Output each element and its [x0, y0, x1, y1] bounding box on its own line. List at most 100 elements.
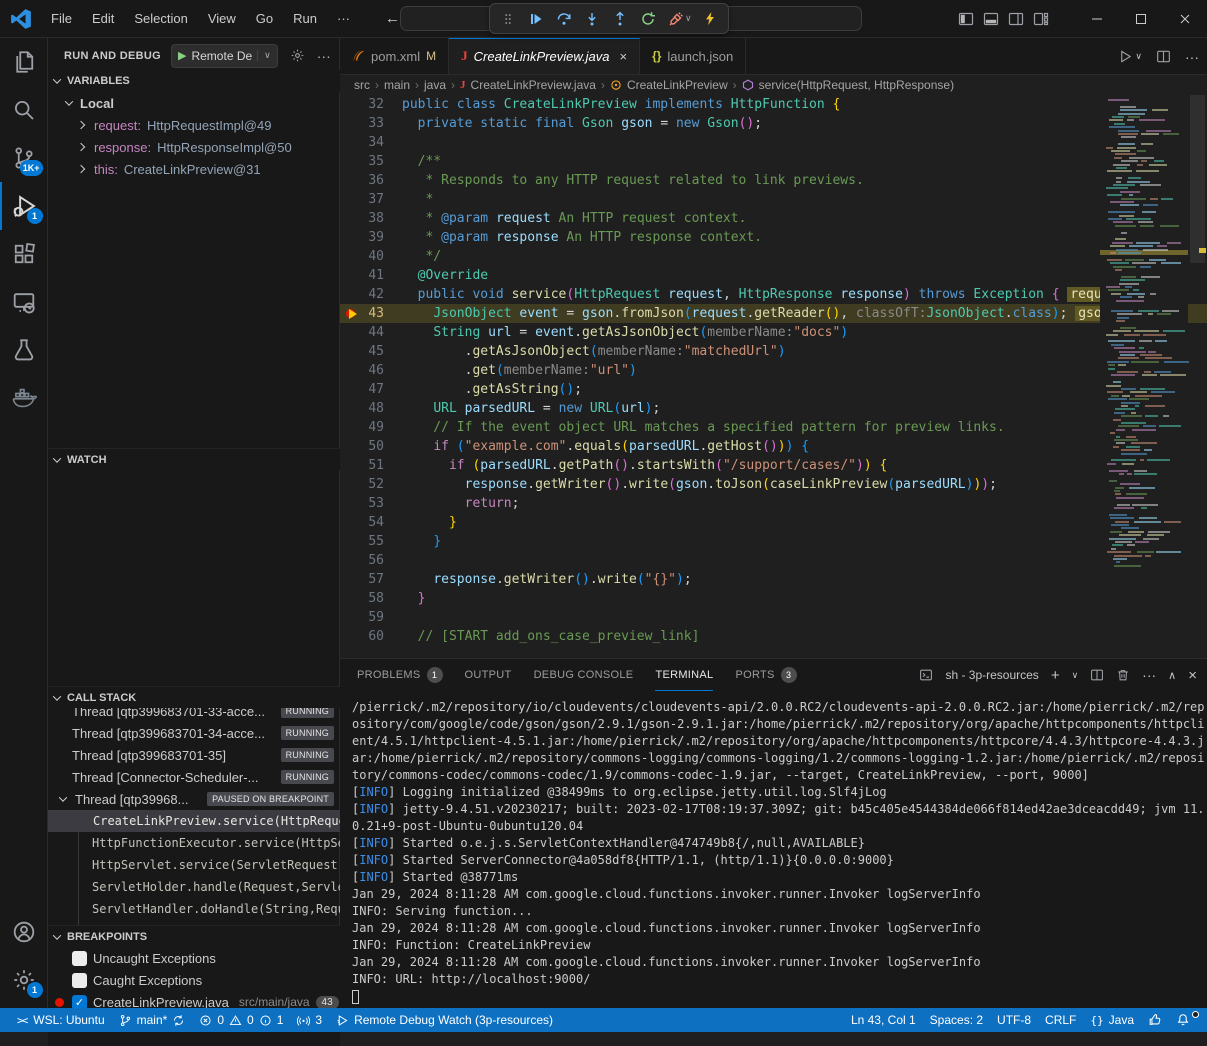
line-number[interactable]: 34 [340, 133, 384, 152]
panel-tab-problems[interactable]: PROBLEMS1 [357, 659, 443, 691]
breadcrumb-java[interactable]: java [424, 78, 446, 92]
line-number[interactable]: 40 [340, 247, 384, 266]
breakpoints-header[interactable]: BREAKPOINTS [48, 925, 340, 947]
sidebar-more-actions-icon[interactable]: ··· [317, 48, 331, 64]
remote-indicator[interactable]: >< WSL: Ubuntu [10, 1008, 112, 1032]
thread-row[interactable]: Thread [qtp399683701-34-acce...RUNNING [48, 722, 340, 744]
code-line[interactable]: 49 // If the event object URL matches a … [340, 418, 1207, 437]
run-and-debug-icon[interactable]: 1 [0, 182, 48, 230]
line-number[interactable]: 55 [340, 532, 384, 551]
tab-pom-xml[interactable]: pom.xml M [340, 38, 449, 74]
panel-tab-terminal[interactable]: TERMINAL [655, 659, 713, 691]
kill-terminal-icon[interactable] [1116, 668, 1130, 682]
toggle-secondary-sidebar-icon[interactable] [1008, 11, 1024, 27]
code-line[interactable]: 35 /** [340, 152, 1207, 171]
panel-more-actions-icon[interactable]: ··· [1142, 667, 1156, 683]
tab-createlinkpreview-java[interactable]: J CreateLinkPreview.java × [449, 38, 640, 74]
call-stack-header[interactable]: CALL STACK [48, 686, 340, 708]
problems-status[interactable]: 0 0 1 [192, 1008, 290, 1032]
line-number[interactable]: 37 [340, 190, 384, 209]
line-number[interactable]: 48 [340, 399, 384, 418]
menu-item-view[interactable]: View [199, 8, 245, 29]
breakpoint-row[interactable]: Uncaught Exceptions [48, 947, 340, 969]
cursor-position[interactable]: Ln 43, Col 1 [844, 1013, 923, 1027]
close-window-button[interactable] [1163, 0, 1207, 38]
breakpoint-checkbox[interactable] [72, 951, 87, 966]
code-line[interactable]: 40 */ [340, 247, 1207, 266]
panel-tab-ports[interactable]: PORTS3 [735, 659, 796, 691]
run-file-icon[interactable]: ∨ [1118, 49, 1142, 64]
settings-gear-icon[interactable]: 1 [0, 956, 48, 1004]
line-number[interactable]: 59 [340, 608, 384, 627]
maximize-panel-icon[interactable]: ∧ [1168, 669, 1176, 682]
new-terminal-icon[interactable]: + [1051, 667, 1060, 684]
code-line[interactable]: 55 } [340, 532, 1207, 551]
menu-overflow[interactable]: ··· [328, 8, 359, 29]
config-chevron-icon[interactable]: ∨ [257, 50, 271, 61]
watch-header[interactable]: WATCH [48, 448, 340, 470]
tab-close-icon[interactable]: × [619, 49, 627, 64]
hot-code-replace-icon[interactable] [697, 6, 723, 32]
language-mode[interactable]: {} Java [1083, 1013, 1141, 1027]
breadcrumb-class[interactable]: CreateLinkPreview [627, 78, 728, 92]
line-number[interactable]: 35 [340, 152, 384, 171]
line-number[interactable]: 47 [340, 380, 384, 399]
terminal-output[interactable]: /pierrick/.m2/repository/io/cloudevents/… [340, 691, 1207, 1005]
toolbar-drag-grip-icon[interactable] [495, 6, 521, 32]
thread-row[interactable]: Thread [qtp39968...PAUSED ON BREAKPOINT [48, 788, 340, 810]
code-line[interactable]: 50 if ("example.com".equals(parsedURL.ge… [340, 437, 1207, 456]
ports-status[interactable]: 3 [290, 1008, 329, 1032]
indentation-status[interactable]: Spaces: 2 [923, 1013, 990, 1027]
customize-layout-icon[interactable] [1033, 11, 1049, 27]
debug-session-status[interactable]: Remote Debug Watch (3p-resources) [329, 1008, 560, 1032]
line-number[interactable]: 49 [340, 418, 384, 437]
feedback-icon[interactable] [1141, 1013, 1169, 1027]
eol-status[interactable]: CRLF [1038, 1013, 1083, 1027]
line-number[interactable]: 45 [340, 342, 384, 361]
line-number[interactable]: 46 [340, 361, 384, 380]
explorer-icon[interactable] [0, 38, 48, 86]
code-line[interactable]: 51 if (parsedURL.getPath().startsWith("/… [340, 456, 1207, 475]
toggle-sidebar-icon[interactable] [958, 11, 974, 27]
code-line[interactable]: 41 @Override [340, 266, 1207, 285]
git-branch-status[interactable]: main* [112, 1008, 193, 1032]
line-number[interactable]: 50 [340, 437, 384, 456]
variable-row[interactable]: response:HttpResponseImpl@50 [48, 136, 340, 158]
nav-back-icon[interactable]: ← [385, 10, 400, 27]
line-number[interactable]: 42 [340, 285, 384, 304]
debug-config-dropdown[interactable]: ▶ Remote De ∨ [171, 44, 278, 68]
minimize-button[interactable] [1075, 0, 1119, 38]
line-number[interactable]: 36 [340, 171, 384, 190]
code-line[interactable]: 42 public void service(HttpRequest reque… [340, 285, 1207, 304]
panel-tab-output[interactable]: OUTPUT [465, 659, 512, 691]
code-line[interactable]: 60 // [START add_ons_case_preview_link] [340, 627, 1207, 646]
terminal-dropdown-icon[interactable]: ∨ [1072, 670, 1079, 681]
code-line[interactable]: 36 * Responds to any HTTP request relate… [340, 171, 1207, 190]
source-control-icon[interactable]: 1K+ [0, 134, 48, 182]
debug-step-over-icon[interactable] [551, 6, 577, 32]
breadcrumb-file[interactable]: CreateLinkPreview.java [471, 78, 596, 92]
line-number[interactable]: 53 [340, 494, 384, 513]
line-number[interactable]: 41 [340, 266, 384, 285]
code-line[interactable]: 47 .getAsString(); [340, 380, 1207, 399]
split-editor-icon[interactable] [1156, 49, 1171, 64]
line-number[interactable]: 44 [340, 323, 384, 342]
debug-step-out-icon[interactable] [607, 6, 633, 32]
testing-icon[interactable] [0, 326, 48, 374]
stack-frame[interactable]: HttpFunctionExecutor.service(HttpSer [79, 832, 340, 854]
line-number[interactable]: 57 [340, 570, 384, 589]
start-debug-icon[interactable]: ▶ [178, 49, 186, 62]
breadcrumb-src[interactable]: src [354, 78, 370, 92]
minimap[interactable] [1100, 95, 1188, 658]
thread-row[interactable]: Thread [Connector-Scheduler-...RUNNING [48, 766, 340, 788]
code-line[interactable]: 34 [340, 133, 1207, 152]
code-line[interactable]: 43 JsonObject event = gson.fromJson(requ… [340, 304, 1207, 323]
code-line[interactable]: 48 URL parsedURL = new URL(url); [340, 399, 1207, 418]
breadcrumb-method[interactable]: service(HttpRequest, HttpResponse) [759, 78, 954, 92]
breadcrumb-main[interactable]: main [384, 78, 410, 92]
line-number[interactable]: 52 [340, 475, 384, 494]
line-number[interactable]: 33 [340, 114, 384, 133]
editor-more-actions-icon[interactable]: ··· [1185, 49, 1199, 65]
variable-row[interactable]: this:CreateLinkPreview@31 [48, 158, 340, 180]
code-line[interactable]: 53 return; [340, 494, 1207, 513]
